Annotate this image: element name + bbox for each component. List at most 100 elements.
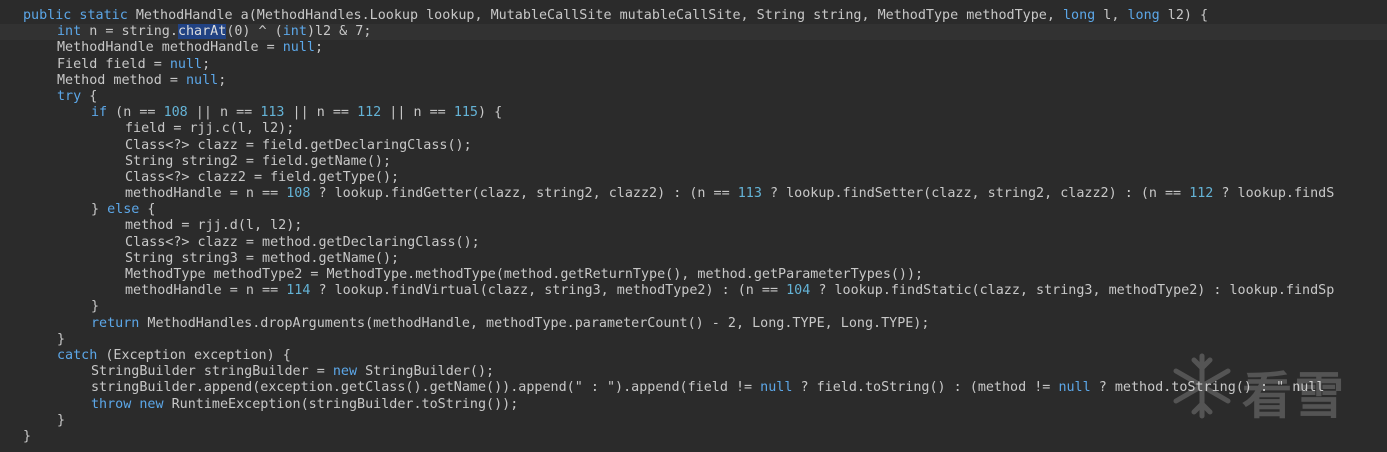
code-token: ? lookup.findVirtual(clazz, string3, met… [310,283,787,299]
code-token: } [57,412,66,428]
code-line[interactable]: Class<?> clazz = field.getDeclaringClass… [0,138,1387,154]
keyword-token: null [760,380,793,396]
code-token: stringBuilder.append(exception.getClass(… [91,380,761,396]
code-token: Class<?> clazz2 = field.getType(); [125,169,400,185]
number-token: 115 [453,105,478,121]
number-token: 112 [357,105,382,121]
number-token: 113 [260,105,285,121]
keyword-token: try [57,88,82,104]
number-token: 108 [163,105,188,121]
keyword-token: null [282,40,315,56]
code-token: MethodHandle methodHandle = [57,40,283,56]
code-token: ? lookup.findSetter(clazz, string2, claz… [761,186,1190,202]
number-token: 114 [286,283,311,299]
code-text: return MethodHandles.dropArguments(metho… [91,316,929,332]
highlighted-token: charAt [177,24,227,40]
code-token: methodHandle = n == [125,186,287,202]
code-editor[interactable]: public static MethodHandle a(MethodHandl… [0,0,1387,452]
keyword-token: else [107,202,140,218]
code-token: l, [1095,8,1128,23]
code-line[interactable]: MethodType methodType2 = MethodType.meth… [0,267,1387,283]
code-line[interactable]: } [0,413,1387,429]
code-text: methodHandle = n == 108 ? lookup.findGet… [125,186,1334,202]
code-token: Class<?> clazz = field.getDeclaringClass… [125,137,472,153]
code-token: StringBuilder(); [357,364,495,380]
code-token: method = rjj.d(l, l2); [125,218,303,234]
code-line[interactable]: return MethodHandles.dropArguments(metho… [0,316,1387,332]
code-line[interactable]: } [0,299,1387,315]
number-token: 112 [1189,186,1214,202]
code-token: methodHandle = n == [125,283,287,299]
keyword-token: long [1127,8,1160,23]
code-token: ? lookup.findS [1213,186,1335,202]
code-line[interactable]: Field field = null; [0,57,1387,73]
code-line[interactable]: if (n == 108 || n == 113 || n == 112 || … [0,105,1387,121]
code-text: } [57,332,65,348]
code-line[interactable]: String string3 = method.getName(); [0,251,1387,267]
code-token: ? field.toString() : (method != [792,380,1059,396]
code-text: MethodType methodType2 = MethodType.meth… [125,267,923,283]
code-text: } [57,413,65,429]
code-token: )l2 & 7; [306,24,372,40]
code-text: methodHandle = n == 114 ? lookup.findVir… [125,283,1334,299]
code-text: stringBuilder.append(exception.getClass(… [91,380,1324,396]
code-line[interactable]: int n = string.charAt(0) ^ (int)l2 & 7; [0,24,1387,41]
code-text: public static MethodHandle a(MethodHandl… [23,8,1208,24]
code-text: } [23,429,31,445]
keyword-token: new [139,396,164,412]
code-line[interactable]: try { [0,89,1387,105]
code-line[interactable]: catch (Exception exception) { [0,348,1387,364]
code-line[interactable]: Method method = null; [0,73,1387,89]
code-token: (n == [107,105,164,121]
code-token: { [81,88,98,104]
code-text: catch (Exception exception) { [57,348,291,364]
code-text: } else { [91,202,156,218]
keyword-token: catch [57,347,98,363]
code-token: || n == [381,105,454,121]
code-token: } [91,202,108,218]
code-line[interactable]: field = rjj.c(l, l2); [0,121,1387,137]
code-token: ? lookup.findGetter(clazz, string2, claz… [310,186,738,202]
code-text: int n = string.charAt(0) ^ (int)l2 & 7; [57,24,371,40]
code-token: MethodHandles.dropArguments(methodHandle… [139,315,930,331]
code-token: MethodHandle a(MethodHandles.Lookup look… [135,8,1063,23]
code-text: Class<?> clazz = method.getDeclaringClas… [125,235,480,251]
code-token: Class<?> clazz = method.getDeclaringClas… [125,234,480,250]
code-text: MethodHandle methodHandle = null; [57,40,323,56]
number-token: 108 [286,186,311,202]
code-text: Field field = null; [57,57,210,73]
code-token: } [91,299,100,315]
code-line[interactable]: Class<?> clazz = method.getDeclaringClas… [0,235,1387,251]
keyword-token: null [186,72,219,88]
code-token: (0) ^ ( [226,24,283,40]
keyword-token: int [57,24,82,40]
code-line[interactable]: methodHandle = n == 108 ? lookup.findGet… [0,186,1387,202]
code-line[interactable]: throw new RuntimeException(stringBuilder… [0,397,1387,413]
code-token: String string3 = method.getName(); [125,250,400,266]
code-line[interactable]: } [0,429,1387,445]
code-token: ; [202,56,211,72]
code-token: ; [314,40,324,56]
number-token: 113 [737,186,762,202]
code-line[interactable]: } [0,332,1387,348]
code-text: method = rjj.d(l, l2); [125,218,302,234]
code-line[interactable]: MethodHandle methodHandle = null; [0,40,1387,56]
code-token: || n == [284,105,358,121]
keyword-token: new [332,364,358,380]
code-text: throw new RuntimeException(stringBuilder… [91,397,518,413]
code-line[interactable]: stringBuilder.append(exception.getClass(… [0,380,1387,396]
keyword-token: throw [91,396,132,412]
code-line[interactable]: StringBuilder stringBuilder = new String… [0,364,1387,380]
code-line[interactable]: } else { [0,202,1387,218]
code-token: } [57,331,66,347]
code-token: || n == [187,105,261,121]
code-area[interactable]: public static MethodHandle a(MethodHandl… [0,8,1387,445]
code-text: Method method = null; [57,73,226,89]
code-line[interactable]: method = rjj.d(l, l2); [0,218,1387,234]
code-line[interactable]: methodHandle = n == 114 ? lookup.findVir… [0,283,1387,299]
code-line[interactable]: Class<?> clazz2 = field.getType(); [0,170,1387,186]
code-token: (Exception exception) { [97,347,291,363]
keyword-token: null [169,56,203,72]
code-line[interactable]: public static MethodHandle a(MethodHandl… [0,8,1387,24]
code-line[interactable]: String string2 = field.getName(); [0,154,1387,170]
